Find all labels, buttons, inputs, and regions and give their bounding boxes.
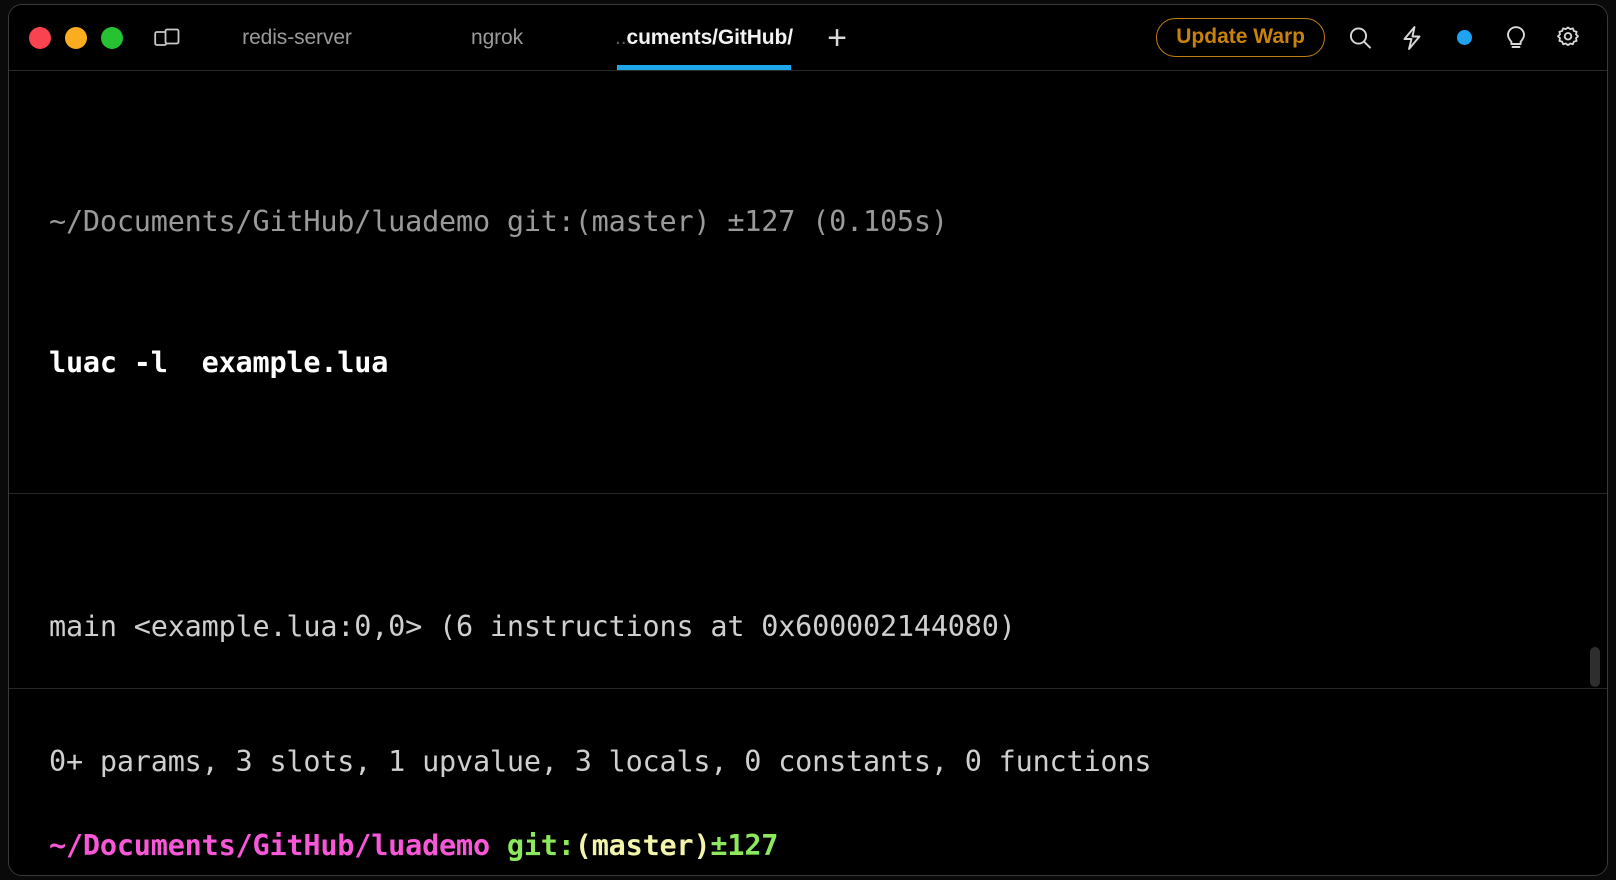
output-scrollbar-thumb[interactable]: [1590, 647, 1600, 687]
tab-ngrok[interactable]: ngrok: [397, 5, 597, 70]
window-controls: [29, 26, 123, 49]
plus-icon: +: [827, 18, 847, 57]
status-dot: [1456, 30, 1472, 45]
tab-label: ngrok: [470, 25, 524, 49]
lightning-bolt-icon[interactable]: [1395, 21, 1429, 55]
prompt-path: ~/Documents/GitHub/luademo: [49, 829, 490, 862]
update-warp-button[interactable]: Update Warp: [1156, 18, 1325, 57]
split-panes-icon[interactable]: [153, 24, 181, 52]
close-button[interactable]: [29, 26, 51, 49]
lightbulb-icon[interactable]: [1499, 21, 1533, 55]
output-header-line-1: main <example.lua:0,0> (6 instructions a…: [49, 610, 1016, 643]
command-text: luac -l example.lua: [49, 346, 389, 379]
command-block[interactable]: ~/Documents/GitHub/luademo git:(master) …: [9, 71, 1607, 493]
prompt-dirty-count: ±127: [710, 829, 779, 862]
tab-documents-github[interactable]: .. cuments/GitHub/: [597, 5, 811, 70]
tab-label: redis-server: [242, 25, 352, 49]
prompt-git-label: git:: [506, 829, 575, 862]
tab-strip: redis-server ngrok .. cuments/GitHub/: [197, 5, 811, 70]
prompt-meta-line: ~/Documents/GitHub/luademo git:(master) …: [49, 205, 948, 238]
tab-label: cuments/GitHub/: [626, 25, 793, 49]
status-dot-icon[interactable]: [1447, 21, 1481, 55]
prompt-branch: (master): [574, 829, 711, 862]
minimize-button[interactable]: [65, 26, 87, 49]
tab-redis-server[interactable]: redis-server: [197, 5, 397, 70]
tab-label-prefix: ..: [615, 25, 627, 49]
title-bar: redis-server ngrok .. cuments/GitHub/ + U…: [9, 5, 1607, 71]
zoom-button[interactable]: [101, 26, 123, 49]
search-icon[interactable]: [1343, 21, 1377, 55]
terminal-body[interactable]: ~/Documents/GitHub/luademo git:(master) …: [9, 71, 1607, 875]
shell-prompt: ~/Documents/GitHub/luademo git:(master)±…: [49, 823, 1607, 868]
desktop-backdrop: redis-server ngrok .. cuments/GitHub/ + U…: [0, 0, 1616, 880]
gear-icon[interactable]: [1551, 21, 1585, 55]
new-tab-button[interactable]: +: [811, 21, 863, 55]
input-block[interactable]: ~/Documents/GitHub/luademo git:(master)±…: [9, 689, 1607, 875]
update-warp-label: Update Warp: [1176, 25, 1305, 48]
terminal-window: redis-server ngrok .. cuments/GitHub/ + U…: [8, 4, 1608, 876]
toolbar-actions: Update Warp: [1156, 18, 1607, 57]
